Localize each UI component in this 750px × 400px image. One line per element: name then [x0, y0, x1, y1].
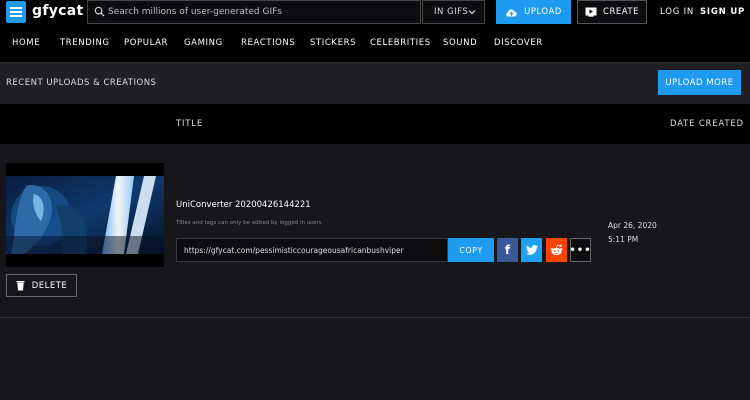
upload-more-button[interactable]: UPLOAD MORE — [658, 70, 741, 95]
nav-item-home[interactable]: HOME — [12, 38, 40, 48]
nav-item-celebrities[interactable]: CELEBRITIES — [370, 38, 431, 48]
reddit-icon — [550, 244, 563, 255]
table-header: TITLE DATE CREATED — [0, 104, 750, 144]
twitter-icon — [525, 245, 538, 255]
trash-icon — [16, 281, 25, 291]
chevron-down-icon — [468, 10, 476, 15]
search-input[interactable] — [108, 4, 408, 20]
table-row: DELETE UniConverter 20200426144221 Title… — [0, 144, 750, 318]
time-created: 5:11 PM — [608, 235, 639, 244]
recent-uploads-title: RECENT UPLOADS & CREATIONS — [6, 78, 157, 88]
search-scope-select[interactable]: IN GIFS — [422, 0, 485, 24]
edit-permission-note: Titles and tags can only be edited by lo… — [176, 220, 322, 226]
delete-button[interactable]: DELETE — [6, 274, 77, 297]
nav-item-discover[interactable]: DISCOVER — [494, 38, 543, 48]
upload-button-label: UPLOAD — [524, 7, 562, 17]
gif-title: UniConverter 20200426144221 — [176, 200, 311, 210]
upload-button[interactable]: UPLOAD — [496, 0, 571, 24]
menu-button[interactable] — [6, 1, 26, 23]
share-twitter-button[interactable] — [521, 238, 542, 262]
nav-item-trending[interactable]: TRENDING — [60, 38, 110, 48]
column-title[interactable]: TITLE — [176, 119, 203, 129]
delete-button-label: DELETE — [31, 280, 68, 291]
nav-item-gaming[interactable]: GAMING — [184, 38, 223, 48]
search-icon — [94, 6, 105, 17]
nav-item-stickers[interactable]: STICKERS — [310, 38, 356, 48]
gif-thumbnail[interactable] — [6, 163, 164, 267]
create-button-label: CREATE — [603, 7, 639, 17]
empty-area — [0, 318, 750, 400]
search-bar — [87, 0, 421, 24]
login-link[interactable]: LOG IN — [660, 7, 694, 17]
nav-item-sound[interactable]: SOUND — [443, 38, 477, 48]
create-icon — [585, 7, 597, 17]
copy-url-button[interactable]: COPY — [448, 238, 494, 262]
facebook-icon: f — [504, 243, 511, 257]
date-created: Apr 26, 2020 — [608, 221, 657, 230]
menu-icon — [10, 7, 22, 9]
top-bar: gfycat IN GIFS UPLOAD CREATE LOG IN SIGN… — [0, 0, 750, 24]
cloud-upload-icon — [506, 9, 517, 17]
more-options-button[interactable]: ••• — [569, 238, 592, 262]
signup-link[interactable]: SIGN UP — [700, 7, 745, 17]
more-icon: ••• — [569, 244, 592, 256]
nav-item-reactions[interactable]: REACTIONS — [241, 38, 295, 48]
create-button[interactable]: CREATE — [577, 0, 647, 24]
gfycat-logo[interactable]: gfycat — [32, 3, 83, 19]
gif-url-field[interactable]: https://gfycat.com/pessimisticcourageous… — [176, 238, 448, 262]
search-scope-label: IN GIFS — [434, 7, 469, 17]
main-nav: HOME TRENDING POPULAR GAMING REACTIONS S… — [0, 24, 750, 62]
share-facebook-button[interactable]: f — [497, 238, 518, 262]
nav-item-popular[interactable]: POPULAR — [124, 38, 168, 48]
column-date-created[interactable]: DATE CREATED — [670, 119, 744, 129]
share-reddit-button[interactable] — [546, 238, 567, 262]
gif-preview-image — [6, 176, 164, 254]
recent-uploads-header: RECENT UPLOADS & CREATIONS UPLOAD MORE — [0, 62, 750, 104]
